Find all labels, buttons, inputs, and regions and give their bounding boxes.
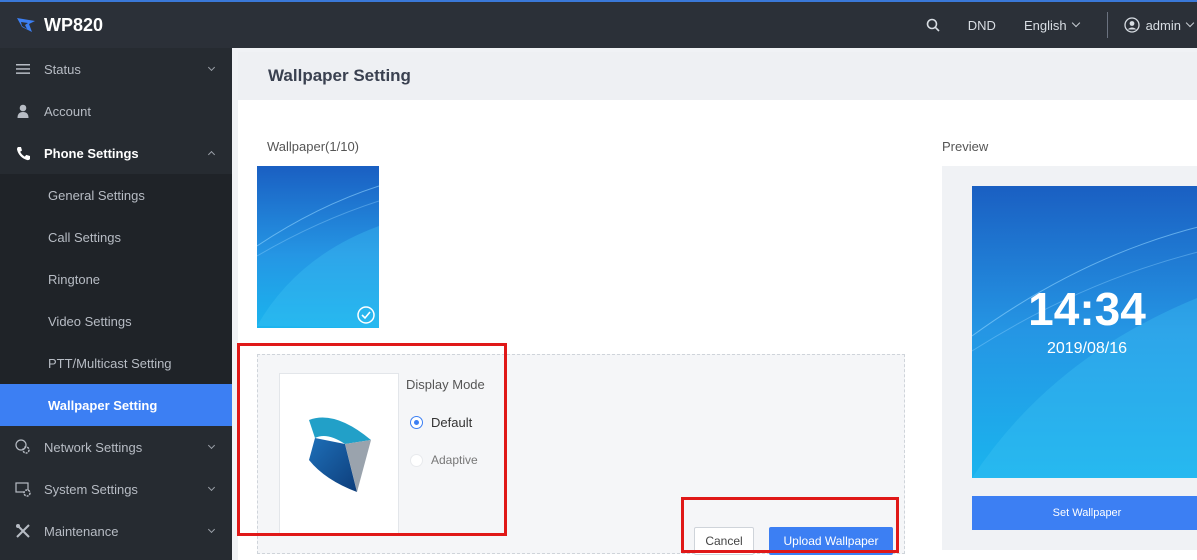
wallpaper-thumbnail[interactable] [257, 166, 379, 328]
set-wallpaper-button[interactable]: Set Wallpaper [972, 496, 1197, 530]
divider [1106, 12, 1108, 38]
system-gear-icon [14, 480, 32, 498]
sidebar-item-label: Network Settings [44, 439, 143, 455]
sidebar-item-phone-settings[interactable]: Phone Settings [0, 132, 232, 174]
sidebar-item-account[interactable]: Account [0, 90, 232, 132]
sidebar-subitem-ringtone[interactable]: Ringtone [0, 258, 232, 300]
preview-date: 2019/08/16 [1046, 340, 1128, 357]
brand[interactable]: WP820 [0, 15, 232, 36]
sidebar-item-network-settings[interactable]: Network Settings [0, 426, 232, 468]
grandstream-logo-icon [17, 18, 35, 32]
chevron-up-icon [207, 150, 216, 159]
wallpaper-image [257, 166, 379, 328]
user-icon [14, 102, 32, 120]
sidebar-item-label: Account [44, 103, 91, 119]
chevron-down-icon [207, 441, 216, 450]
language-dropdown[interactable]: English [1023, 17, 1080, 33]
search-button[interactable] [926, 18, 940, 32]
sidebar-subitem-wallpaper-setting[interactable]: Wallpaper Setting [0, 384, 232, 426]
sidebar-item-label: Phone Settings [44, 145, 139, 161]
network-gear-icon [14, 438, 32, 456]
highlight-box [237, 343, 507, 536]
sidebar-item-system-settings[interactable]: System Settings [0, 468, 232, 510]
page-title: Wallpaper Setting [238, 52, 1197, 100]
chevron-down-icon [1071, 18, 1080, 28]
wallpaper-count-label: Wallpaper(1/10) [267, 139, 360, 154]
sidebar-subitem-call-settings[interactable]: Call Settings [0, 216, 232, 258]
tools-icon [14, 522, 32, 540]
chevron-down-icon [207, 483, 216, 492]
sidebar-item-label: Maintenance [44, 523, 119, 539]
user-menu[interactable]: admin [1123, 17, 1195, 33]
sidebar-item-label: System Settings [44, 481, 138, 497]
top-bar: WP820 DND English admin [0, 0, 1197, 48]
chevron-down-icon [207, 525, 216, 534]
language-value: English [1023, 17, 1067, 33]
dnd-button[interactable]: DND [968, 18, 996, 33]
list-icon [14, 60, 32, 78]
sidebar-item-label: Status [44, 61, 81, 77]
preview-label: Preview [942, 139, 989, 154]
app-title: WP820 [44, 14, 104, 35]
search-icon [926, 18, 940, 32]
sidebar: Status Account Phone Settings General Se… [0, 48, 232, 560]
selected-check-icon [357, 306, 375, 324]
phone-icon [14, 144, 32, 162]
username: admin [1145, 17, 1181, 33]
chevron-down-icon [207, 63, 216, 72]
chevron-down-icon [1185, 18, 1195, 28]
wp820-web-ui: WP820 DND English admin Status Account P… [0, 0, 1197, 560]
highlight-box [681, 497, 899, 553]
sidebar-subitem-video-settings[interactable]: Video Settings [0, 300, 232, 342]
user-avatar-icon [1123, 17, 1140, 33]
sidebar-subitem-general-settings[interactable]: General Settings [0, 174, 232, 216]
preview-clock: 14:34 [1028, 283, 1146, 335]
preview-screen: 14:34 2019/08/16 [972, 186, 1197, 478]
top-bar-actions: DND English admin [926, 2, 1197, 48]
sidebar-item-status[interactable]: Status [0, 48, 232, 90]
sidebar-subitem-ptt-multicast[interactable]: PTT/Multicast Setting [0, 342, 232, 384]
preview-panel: 14:34 2019/08/16 Set Wallpaper [942, 166, 1197, 550]
sidebar-item-maintenance[interactable]: Maintenance [0, 510, 232, 552]
